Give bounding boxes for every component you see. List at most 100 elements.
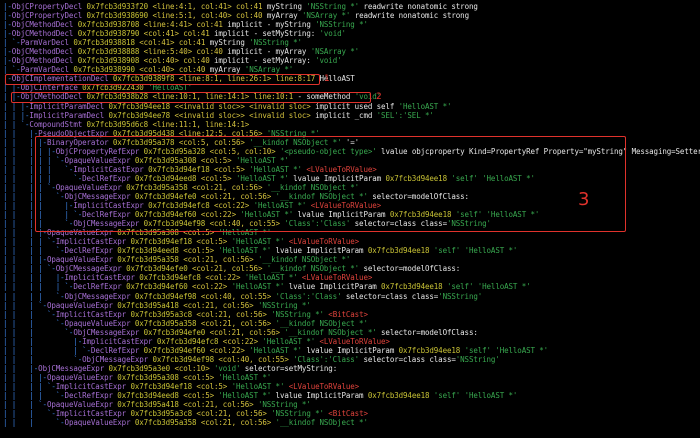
ast-token-type: '__kindof NSObject *' (275, 418, 368, 428)
ast-token-addr: 0x7fcb3d94ee18 (381, 282, 447, 292)
ast-token-addr: 0x7fcb3d95a3e0 (108, 363, 175, 373)
ast-token-type: '__kindof NSObject *' (275, 318, 368, 328)
ast-token-tree: |- (3, 29, 12, 39)
ast-token-tree: | | | `- (3, 300, 47, 310)
ast-token-type: 'void' (319, 29, 346, 39)
ast-token-tree: | | | | `- (3, 237, 56, 247)
ast-token-addr: 0x7fcb3d94ef98 (152, 354, 219, 364)
ast-line: | | | |-ImplicitCastExpr 0x7fcb3d94efc8 … (3, 337, 700, 346)
ast-token-kind: ObjCMethodDecl (11, 56, 78, 66)
ast-token-tree: | | | | `- (3, 264, 56, 274)
ast-token-type: 'self' 'HelloAST *' (464, 345, 549, 355)
ast-token-name: selector=setMyString: (244, 363, 338, 373)
ast-token-loc: <col:41> (143, 29, 184, 39)
ast-token-kind: DeclRefExpr (64, 246, 118, 256)
ast-token-tree: |- (3, 11, 12, 21)
ast-token-kind: OpaqueValueExpr (46, 372, 118, 382)
ast-token-loc: col:40 (178, 65, 210, 75)
ast-token-addr: 0x7fcb3d95a358 (134, 318, 201, 328)
ast-line: | | | `-ImplicitCastExpr 0x7fcb3d95a3c8 … (3, 409, 700, 418)
ast-token-loc: <col:40> (139, 65, 179, 75)
ast-token-name: readwrite nonatomic strong (363, 2, 478, 11)
ast-line: |-ObjCMethodDecl 0x7fcb3d938908 <col:40>… (3, 56, 700, 65)
ast-token-kind: ObjCPropertyDecl (11, 2, 87, 11)
ast-token-name: implicit - setMyString: (214, 29, 320, 39)
ast-token-tree: | | | | `- (3, 381, 56, 391)
ast-token-tree: |- (3, 2, 12, 11)
annotation-label-3: 3 (578, 189, 590, 210)
ast-token-type: 'void' (315, 56, 342, 66)
ast-token-loc: <col:21, col:56> (183, 255, 258, 265)
annotation-label-1: 1 (324, 74, 330, 84)
ast-token-addr: 0x7fcb3d94ef98 (134, 291, 201, 301)
ast-token-loc: col:41 (183, 29, 215, 39)
ast-line: | | | `-OpaqueValueExpr 0x7fcb3d95a418 <… (3, 400, 700, 409)
ast-token-name: myArray (209, 65, 245, 75)
ast-token-addr: 0x7fcb3d94ef60 (126, 282, 193, 292)
ast-line: | | `-CompoundStmt 0x7fcb3d95d6c8 <line:… (3, 120, 700, 129)
ast-token-name: myString (266, 2, 307, 11)
ast-line: | | | |-OpaqueValueExpr 0x7fcb3d95a308 <… (3, 373, 700, 382)
ast-token-kind: ObjCMessageExpr (55, 264, 127, 274)
ast-token-addr: 0x7fcb3d938790 (77, 29, 144, 39)
ast-token-addr: 0x7fcb3d938818 (73, 38, 140, 48)
ast-token-tree: | | | `- (3, 400, 47, 410)
ast-token-addr: 0x7fcb3d94efc8 (156, 336, 223, 346)
ast-token-type: 'NSArray *' (301, 11, 355, 21)
ast-line: | | | | `-ImplicitCastExpr 0x7fcb3d94ef1… (3, 237, 700, 246)
ast-token-type: 'NSString' (455, 354, 500, 364)
ast-token-loc: <col:40> (143, 56, 184, 66)
ast-token-name: implicit - myString (227, 20, 316, 30)
ast-line: | | | `-ImplicitCastExpr 0x7fcb3d95a3c8 … (3, 310, 700, 319)
ast-token-loc: <col:21, col:56> (196, 309, 272, 319)
ast-token-addr: 0x7fcb3d95a418 (117, 400, 184, 410)
ast-token-kind: ObjCMessageExpr (73, 327, 144, 337)
ast-token-loc: <col:5> (183, 372, 219, 382)
ast-token-addr: 0x7fcb3d94efe0 (126, 264, 193, 274)
ast-line: | | | |-OpaqueValueExpr 0x7fcb3d95a358 <… (3, 255, 700, 264)
ast-token-tree: | | | |- (3, 336, 83, 346)
ast-token-kind: ObjCMessageExpr (38, 363, 109, 373)
ast-token-type: 'self' 'HelloAST *' (446, 282, 531, 292)
ast-token-name: lvalue ImplicitParam (275, 391, 368, 401)
ast-token-addr: 0x7fcb3d94ef18 (130, 237, 197, 247)
ast-line: | | |-ObjCMessageExpr 0x7fcb3d95a3e0 <co… (3, 364, 700, 373)
ast-token-type: 'HelloAST *' (231, 381, 289, 391)
ast-token-name: lvalue ImplicitParam (306, 345, 399, 355)
ast-token-tree: | | | `- (3, 327, 74, 337)
ast-token-loc: <col:5> (196, 381, 232, 391)
ast-token-kind: DeclRefExpr (64, 391, 118, 401)
ast-line: | | | | `-ObjCMessageExpr 0x7fcb3d94efe0… (3, 264, 700, 273)
ast-token-tree: | | | | `- (3, 246, 65, 256)
ast-token-kind: ParmVarDecl (20, 38, 74, 48)
ast-line: | | | | `-ImplicitCastExpr 0x7fcb3d94ef1… (3, 382, 700, 391)
ast-token-type: 'NSArray *' (310, 47, 360, 57)
ast-token-type: 'HelloAST *' (218, 246, 276, 256)
ast-token-kind: ObjCMethodDecl (11, 47, 78, 57)
ast-token-type: 'Class':'Class' (293, 354, 364, 364)
ast-token-addr: 0x7fcb3d933f20 (86, 2, 153, 11)
ast-token-kind: ImplicitCastExpr (55, 237, 131, 247)
ast-token-tree: | | | |- (3, 255, 47, 265)
ast-token-tree: | `- (3, 65, 21, 75)
ast-token-addr: 0x7fcb3d938690 (86, 11, 153, 21)
ast-token-kind: OpaqueValueExpr (46, 255, 118, 265)
highlight-box-3 (35, 136, 626, 232)
ast-token-loc: <col:21, col:56> (200, 418, 276, 428)
ast-token-loc: col:40 (196, 47, 228, 57)
ast-token-loc: <line:11:1, line:14:1> (152, 119, 250, 129)
ast-token-loc: <col:5> (196, 237, 232, 247)
ast-token-kind: ImplicitParamDecl (29, 110, 109, 120)
ast-token-red: <LValueToRValue> (288, 381, 360, 391)
ast-token-loc: <col:10> (174, 363, 214, 373)
ast-token-loc: <col:22> (192, 282, 232, 292)
ast-token-type: 'HelloAST *' (262, 336, 320, 346)
ast-token-type: 'HelloAST *' (231, 237, 289, 247)
ast-token-addr: 0x7fcb3d94efc8 (139, 273, 206, 283)
ast-token-kind: ImplicitCastExpr (55, 409, 131, 419)
ast-token-type: 'NSArray *' (244, 65, 294, 75)
ast-line: |-ObjCMethodDecl 0x7fcb3d938790 <col:41>… (3, 29, 700, 38)
ast-token-loc: <col:41> (139, 38, 179, 48)
ast-line: | | | | `-DeclRefExpr 0x7fcb3d94eed8 <co… (3, 246, 700, 255)
ast-token-red: <LValueToRValue> (301, 273, 373, 283)
